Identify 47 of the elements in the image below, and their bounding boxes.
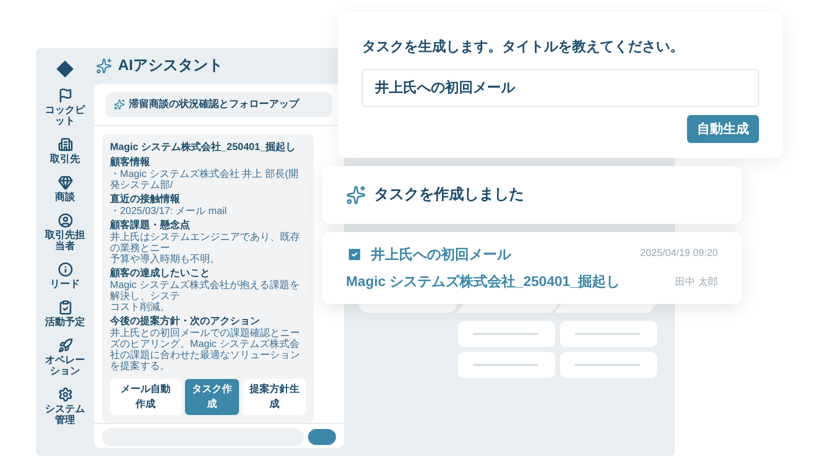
- section-heading: 顧客課題・懸念点: [110, 220, 191, 232]
- section-text: 井上氏との初回メールでの課題確認とニーズのヒアリング。Magic システムズ株式会社の課題に合わせた最適なソリューションを提案する。: [110, 328, 301, 372]
- section-text: コスト削減。: [110, 302, 171, 313]
- section-text: ・2025/03/17: メール mail: [110, 206, 228, 217]
- sidebar-item[interactable]: 取引先担当者: [43, 213, 87, 252]
- action-button[interactable]: 提案方針生成: [243, 379, 306, 415]
- sparkle-icon: [346, 185, 366, 205]
- sidebar-item[interactable]: リード: [43, 262, 87, 290]
- sidebar-item[interactable]: 活動予定: [43, 300, 87, 328]
- section-heading: 直近の接触情報: [110, 194, 181, 206]
- sparkle-icon: [114, 99, 125, 110]
- topic-text: 滞留商談の状況確認とフォローアップ: [129, 97, 299, 112]
- check-icon: [346, 246, 363, 263]
- send-button[interactable]: [308, 429, 336, 445]
- action-button[interactable]: メール自動作成: [110, 379, 182, 415]
- flag-icon: [58, 88, 72, 103]
- company-link[interactable]: Magic システムズ株式会社_250401_掘起し: [346, 271, 620, 292]
- clipboard-check-icon: [58, 300, 72, 315]
- task-assignee: 田中 太郎: [675, 276, 718, 290]
- assistant-title: AIアシスタント: [118, 56, 223, 76]
- section-text: Magic システムズ株式会社が抱える課題を解決し、システ: [110, 280, 300, 302]
- action-button[interactable]: タスク作成: [185, 379, 240, 415]
- section-text: 井上氏はシステムエンジニアであり、既存の業務とニー: [110, 232, 301, 254]
- section-text: ・Magic システムズ株式会社 井上 部長(開発システム部/: [110, 169, 300, 191]
- sidebar-item[interactable]: オペレーション: [43, 338, 87, 377]
- sidebar-item[interactable]: 商談: [43, 175, 87, 203]
- gem-icon: [58, 175, 72, 190]
- task-title: 井上氏への初回メール: [371, 245, 511, 264]
- section-heading: 顧客情報: [110, 157, 151, 169]
- title-field[interactable]: 井上氏への初回メール: [362, 69, 759, 107]
- task-datetime: 2025/04/19 09:20: [640, 247, 718, 261]
- sidebar-item[interactable]: コックピット: [43, 88, 87, 127]
- section-text: 予算や導入時期も不明。: [110, 254, 221, 265]
- sparkle-icon: [96, 58, 112, 74]
- auto-generate-button[interactable]: 自動生成: [687, 115, 759, 142]
- prompt-question: タスクを生成します。タイトルを教えてください。: [362, 37, 685, 56]
- section-heading: 顧客の達成したいこと: [110, 268, 211, 280]
- gear-icon: [58, 387, 72, 402]
- building-icon: [58, 137, 72, 152]
- sidebar-item[interactable]: システム管理: [43, 387, 87, 426]
- user-circle-icon: [58, 213, 72, 228]
- info-icon: [58, 262, 72, 277]
- notice-text: タスクを作成しました: [374, 184, 524, 205]
- sidebar-item[interactable]: 取引先: [43, 137, 87, 165]
- section-heading: 今後の提案方針・次のアクション: [110, 316, 261, 328]
- rocket-icon: [58, 338, 72, 353]
- summary-title: Magic システム株式会社_250401_掘起し: [110, 142, 297, 154]
